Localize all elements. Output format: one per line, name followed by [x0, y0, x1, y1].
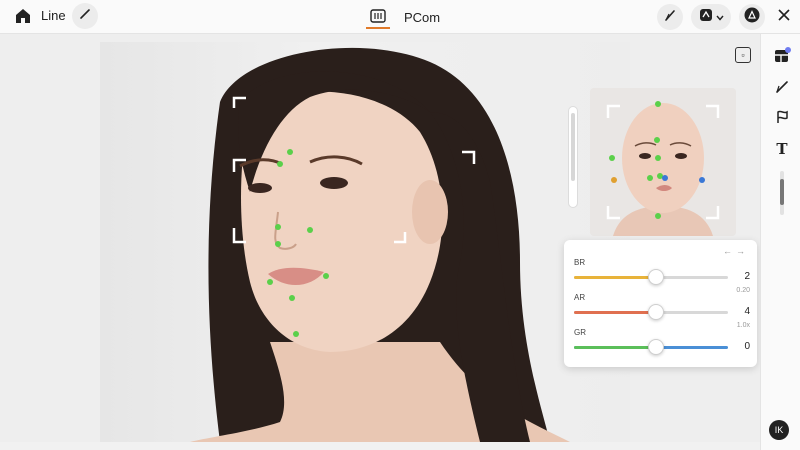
adjust-row-ar: AR 0.20 4 [574, 287, 750, 320]
adjust-row-br: BR 2 [574, 252, 750, 285]
adjust-slider[interactable] [574, 339, 728, 355]
face-reference-thumbnail[interactable] [590, 88, 736, 236]
close-button[interactable] [771, 4, 797, 30]
document-tab[interactable]: PCom [366, 4, 440, 30]
adjust-row-gr: GR 1.0x 0 [574, 322, 750, 355]
adjust-label: GR [574, 328, 586, 337]
editing-canvas[interactable]: ▫ ←→ BR 2 AR 0.20 4 GR 1.0x 0 [0, 34, 760, 442]
adjust-slider-fill [574, 276, 656, 279]
document-name: PCom [404, 9, 441, 25]
adjust-slider-thumb[interactable] [648, 269, 664, 285]
portrait-photo[interactable] [100, 42, 630, 442]
layers-icon [699, 8, 713, 27]
close-icon [778, 8, 790, 26]
tool-rail: T IK [760, 34, 800, 450]
adjust-slider[interactable] [574, 304, 728, 320]
rename-button[interactable] [72, 3, 98, 29]
adjust-slider-fill [574, 346, 656, 349]
adjust-slider-thumb[interactable] [648, 339, 664, 355]
text-tool-button[interactable]: T [771, 138, 793, 160]
adjust-slider-thumb[interactable] [648, 304, 664, 320]
pencil-icon [79, 7, 91, 25]
flag-icon [774, 109, 790, 130]
adjust-panel: ←→ BR 2 AR 0.20 4 GR 1.0x 0 [564, 240, 757, 367]
collapse-icon: IK [774, 425, 784, 435]
brush-rail-button[interactable] [771, 78, 793, 100]
adjust-slider[interactable] [574, 269, 728, 285]
adjust-label: BR [574, 258, 586, 267]
adjust-slider-fill [574, 311, 656, 314]
share-button[interactable] [739, 4, 765, 30]
text-icon: T [776, 140, 788, 158]
rail-scrollbar[interactable] [780, 171, 784, 215]
adjust-label: AR [574, 293, 586, 302]
home-icon[interactable] [12, 5, 34, 27]
face-editor-app: Line PCom ▫ ←→ BR 2 AR 0.20 4 GR 1.0x 0 … [0, 0, 800, 450]
adjust-value: 4 [744, 306, 750, 317]
zoom-slider[interactable] [568, 106, 578, 208]
rail-scrollbar-handle[interactable] [780, 179, 784, 205]
frame-icon[interactable]: ▫ [735, 47, 751, 63]
chevron-down-icon [715, 8, 724, 26]
top-bar: Line PCom [0, 0, 800, 34]
adjust-meta: 0.20 [736, 287, 750, 294]
adjust-value: 0 [744, 341, 750, 352]
zoom-slider-handle[interactable] [571, 113, 575, 181]
panels-icon [773, 46, 791, 69]
panels-button[interactable] [771, 46, 793, 68]
brush-icon [774, 79, 790, 100]
adjust-meta: 1.0x [736, 322, 750, 329]
share-icon [744, 7, 760, 28]
layers-dropdown[interactable] [691, 4, 731, 30]
document-icon [366, 5, 390, 29]
brush-tool-button[interactable] [657, 4, 683, 30]
brush-icon [663, 8, 677, 27]
flag-rail-button[interactable] [771, 108, 793, 130]
adjust-value: 2 [744, 271, 750, 282]
app-name: Line [41, 8, 66, 23]
collapse-button[interactable]: IK [769, 420, 789, 440]
